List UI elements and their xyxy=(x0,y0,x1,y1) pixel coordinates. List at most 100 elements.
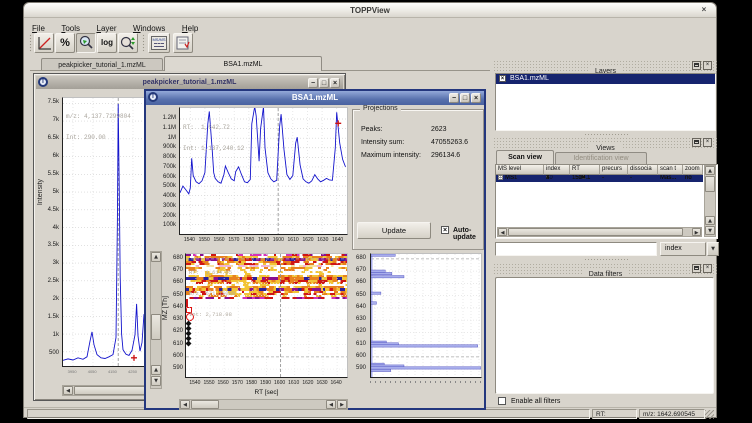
toolbar-handle[interactable] xyxy=(29,34,33,52)
dock-close-icon[interactable]: × xyxy=(703,138,712,147)
bsa1-titlebar[interactable]: T BSA1.mzML − □ × xyxy=(146,91,484,105)
projections-legend: Projections xyxy=(360,105,401,112)
maximize-button[interactable]: □ xyxy=(460,93,470,103)
scroll-up-icon[interactable]: ▲ xyxy=(151,365,161,375)
table-row[interactable]: MS131504...--Mas...no xyxy=(496,189,703,196)
table-cell: - xyxy=(628,175,658,182)
column-header-scan-t[interactable]: scan t xyxy=(658,165,683,175)
tab-identification-view[interactable]: Identification view xyxy=(555,152,647,164)
y-tick-label: 650 xyxy=(173,292,183,298)
peakpicker-titlebar[interactable]: T peakpicker_tutorial_1.mzML − □ × xyxy=(36,76,343,89)
enable-all-filters-checkbox[interactable] xyxy=(498,397,506,405)
minimize-button[interactable]: − xyxy=(449,93,459,103)
resize-grip[interactable] xyxy=(705,410,714,419)
scroll-left-icon[interactable]: ◀ xyxy=(180,400,190,409)
filter-column-combo[interactable]: index xyxy=(660,242,706,256)
dock-close-icon[interactable]: × xyxy=(703,61,712,70)
app-close-icon[interactable]: × xyxy=(699,5,709,15)
scroll-left-icon[interactable]: ◀ xyxy=(63,386,73,395)
close-button[interactable]: × xyxy=(330,78,340,88)
msms-view-button[interactable]: MS/MS xyxy=(148,33,170,53)
combo-dropdown-icon[interactable]: ▼ xyxy=(707,242,719,256)
scroll-right-icon[interactable]: ▶ xyxy=(337,400,347,409)
scroll-down-icon[interactable]: ▼ xyxy=(705,226,715,235)
hm-v-scrollbar[interactable]: ▲ ▲ ▼ xyxy=(150,251,162,389)
app-titlebar[interactable]: TOPPView × xyxy=(24,3,716,18)
column-header-index[interactable]: index xyxy=(544,165,570,175)
table-row[interactable]: +MS181509...--Mas...no xyxy=(496,210,703,217)
zoom-mode-button[interactable] xyxy=(76,33,96,53)
intensity-percentage-button[interactable]: % xyxy=(55,33,75,53)
minimize-button[interactable]: − xyxy=(308,78,318,88)
report-button[interactable] xyxy=(173,33,193,53)
layer-visible-checkbox[interactable]: × xyxy=(499,75,506,82)
column-header-rt[interactable]: RT xyxy=(570,165,600,175)
auto-update-checkbox[interactable]: × xyxy=(441,226,449,234)
data-filters-dock-titlebar[interactable]: Data filters × xyxy=(493,263,718,275)
scroll-left-icon[interactable]: ◀ xyxy=(498,228,507,236)
table-row[interactable]: +MS111503...--Mas...no xyxy=(496,182,703,189)
table-h-scroll-thumb[interactable] xyxy=(508,228,683,236)
column-header-precurs[interactable]: precurs xyxy=(600,165,628,175)
y-tick-label: 630 xyxy=(173,316,183,322)
data-filters-list[interactable] xyxy=(495,277,714,394)
dock-float-icon[interactable] xyxy=(692,61,701,70)
update-button[interactable]: Update xyxy=(357,222,431,239)
tab-bsa1[interactable]: BSA1.mzML xyxy=(164,56,322,71)
layers-dock-titlebar[interactable]: Layers × xyxy=(493,60,718,72)
tree-line-icon xyxy=(498,177,503,178)
dock-splitter[interactable] xyxy=(584,258,628,262)
dock-close-icon[interactable]: × xyxy=(703,264,712,273)
dock-float-icon[interactable] xyxy=(692,138,701,147)
scroll-up-icon[interactable]: ▲ xyxy=(151,252,161,262)
table-row[interactable]: MS141506.1--Mas...no xyxy=(496,196,703,203)
filter-column-value: index xyxy=(665,245,682,252)
table-h-scrollbar[interactable]: ◀ ▶ xyxy=(497,227,702,237)
zoom-stepper-button[interactable] xyxy=(118,33,138,53)
magnifier-icon xyxy=(77,34,95,52)
scroll-up-icon[interactable]: ▲ xyxy=(705,166,715,175)
views-dock-titlebar[interactable]: Views × xyxy=(493,137,718,149)
close-button[interactable]: × xyxy=(471,93,481,103)
scan-table-body: MS101501...--Mas...no+MS111503...--Mas..… xyxy=(496,175,703,224)
table-row[interactable]: +MS151507...--Mas...no xyxy=(496,203,703,210)
scroll-right-icon[interactable]: ▶ xyxy=(692,228,701,236)
toolbar-handle-2[interactable] xyxy=(142,34,146,52)
reset-zoom-button[interactable] xyxy=(34,33,54,53)
table-row[interactable]: MS1101510...--Mas...no xyxy=(496,217,703,224)
column-header-zoom[interactable]: zoom xyxy=(683,165,703,175)
dock-float-icon[interactable] xyxy=(692,264,701,273)
table-v-scrollbar[interactable]: ▲ ▲ ▼ xyxy=(704,165,716,237)
mz-axis-label: MZ [Th] xyxy=(162,296,169,320)
column-header-ms-level[interactable]: MS level xyxy=(496,165,544,175)
scroll-down-icon[interactable]: ▼ xyxy=(151,376,161,386)
layer-item[interactable]: × BSA1.mzML xyxy=(496,74,715,84)
tab-bsa1-label: BSA1.mzML xyxy=(224,61,263,68)
maximize-button[interactable]: □ xyxy=(319,78,329,88)
y-tick-label: 660 xyxy=(356,279,366,285)
table-filter-input[interactable] xyxy=(495,242,657,256)
table-v-scroll-thumb[interactable] xyxy=(705,176,715,192)
hm-h-scroll-thumb[interactable] xyxy=(191,400,219,409)
log-icon: log xyxy=(101,38,113,47)
bsa1-title: BSA1.mzML xyxy=(292,93,338,102)
layers-list[interactable]: × BSA1.mzML xyxy=(495,73,716,131)
x-tick-label: 1540 xyxy=(181,237,197,243)
y-tick-label: 1.1M xyxy=(163,125,176,131)
x-tick-label: 1630 xyxy=(315,237,331,243)
column-header-dissocia[interactable]: dissocia xyxy=(628,165,658,175)
hm-v-scroll-thumb[interactable] xyxy=(151,314,161,340)
scroll-left-icon[interactable]: ◀ xyxy=(326,400,336,409)
scroll-up-icon[interactable]: ▲ xyxy=(705,216,715,225)
y-tick-label: 590 xyxy=(173,365,183,371)
rt-y-ticks: 1.2M1.1M1M900k800k700k600k500k400k300k20… xyxy=(154,107,177,235)
tab-scan-view[interactable]: Scan view xyxy=(496,150,554,164)
intensity-sum-label: Intensity sum: xyxy=(361,139,404,146)
mz-projection-plot[interactable] xyxy=(370,253,482,378)
y-tick-label: 590 xyxy=(356,365,366,371)
hm-h-scrollbar[interactable]: ◀ ◀ ▶ xyxy=(179,399,348,410)
log-intensity-button[interactable]: log xyxy=(97,33,117,53)
x-tick-label: 1640 xyxy=(328,380,344,386)
x-tick-label: 1550 xyxy=(196,237,212,243)
scan-table[interactable]: MS levelindexRTprecursdissociascan tzoom… xyxy=(495,164,718,239)
